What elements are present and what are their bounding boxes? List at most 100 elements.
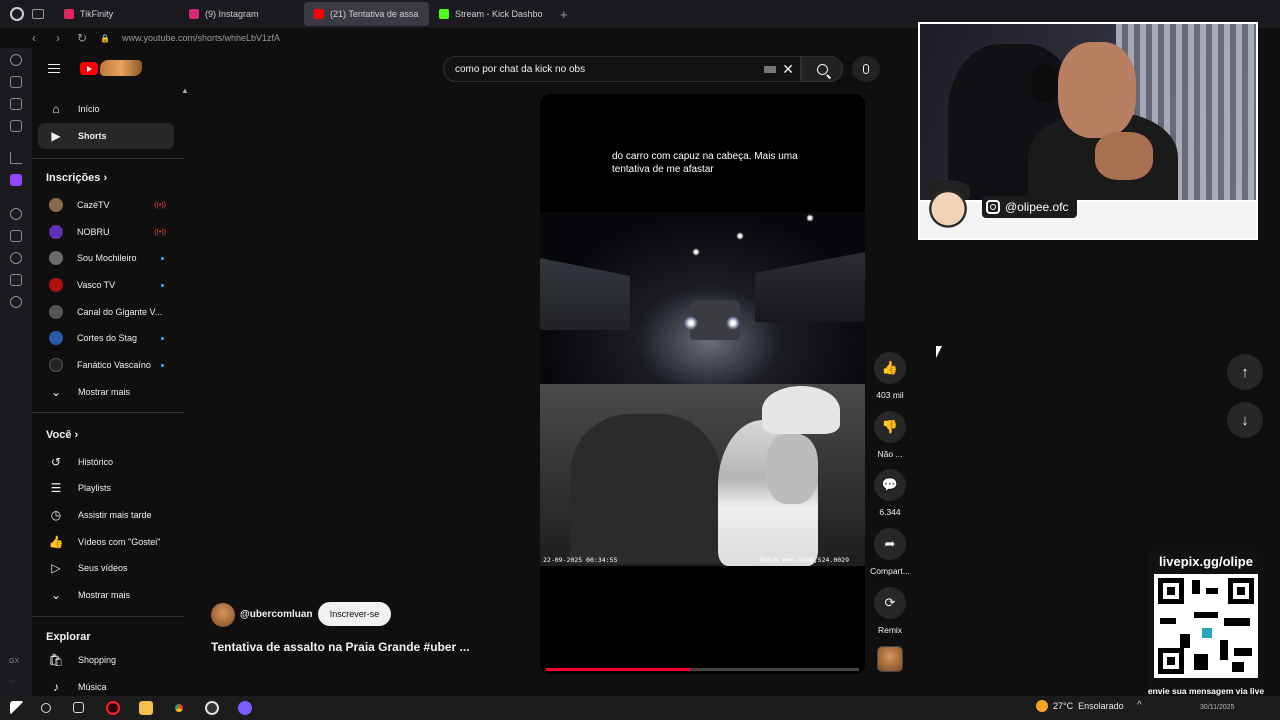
weather-widget[interactable]: 27°C Ensolarado [1036, 700, 1124, 712]
remix-button[interactable]: ⟳ Remix [868, 587, 912, 635]
dislike-button[interactable]: 👎 Não ... [868, 411, 912, 459]
livepix-url: livepix.gg/olipe [1159, 554, 1253, 569]
twitch-icon[interactable] [10, 174, 22, 186]
kick-shortcut-icon[interactable] [10, 152, 22, 164]
sound-thumbnail[interactable] [877, 646, 903, 672]
discord-icon[interactable] [238, 701, 252, 715]
taskbar-date[interactable]: 30/11/2025 [1200, 704, 1235, 711]
opera-gx-taskbar-icon[interactable] [106, 701, 120, 715]
qr-module [1180, 634, 1190, 648]
news-icon[interactable] [10, 120, 22, 132]
sidebar-item-fanatico-vascaino[interactable]: Fanático Vascaíno [38, 352, 174, 378]
like-button[interactable]: 👍 403 mil [868, 352, 912, 400]
sidebar-item-your-videos[interactable]: ▷ Seus vídeos [38, 555, 174, 581]
sidebar-item-sou-mochileiro[interactable]: Sou Mochileiro [38, 245, 174, 271]
share-button[interactable]: ➦ Compart... [868, 528, 912, 576]
sidebar-item-shorts[interactable]: ▶ Shorts [38, 123, 174, 149]
tab-tikfinity[interactable]: TikFinity [54, 2, 179, 26]
video-title[interactable]: Tentativa de assalto na Praia Grande #ub… [211, 640, 501, 654]
address-bar: ‹ › ↻ 🔒 www.youtube.com/shorts/whheLbV1z… [28, 28, 918, 48]
tab-youtube-active[interactable]: (21) Tentativa de assa [304, 2, 429, 26]
sidebar-item-cazetv[interactable]: CazéTV ((•)) [38, 192, 174, 218]
instagram-handle: @olipee.ofc [1005, 200, 1069, 214]
search-icon[interactable] [41, 703, 51, 713]
you-heading[interactable]: Você › [46, 429, 78, 441]
new-tab-button[interactable]: + [560, 7, 568, 22]
player-icon[interactable] [10, 208, 22, 220]
sidebar-item-shopping[interactable]: 🛍 Shopping [38, 647, 174, 673]
windows-taskbar: 27°C Ensolarado ^ [0, 696, 1280, 720]
keyboard-icon[interactable] [764, 66, 776, 73]
sidebar-item-playlists[interactable]: ☰ Playlists [38, 475, 174, 501]
forward-button[interactable]: › [52, 31, 64, 45]
search-query: como por chat da kick no obs [455, 63, 586, 75]
comments-button[interactable]: 💬 6.344 [868, 469, 912, 517]
voice-search-button[interactable] [852, 56, 880, 82]
subscribe-button[interactable]: Inscrever-se [318, 602, 391, 626]
tab-instagram[interactable]: (9) Instagram [179, 2, 304, 26]
sidebar-item-nobru[interactable]: NOBRU ((•)) [38, 219, 174, 245]
chevron-down-icon: ⌄ [50, 385, 62, 399]
clear-search-icon[interactable]: ✕ [782, 61, 794, 78]
channel-name[interactable]: @ubercomluan [240, 609, 313, 620]
chrome-icon[interactable] [172, 701, 186, 715]
system-tray-chevron-icon[interactable]: ^ [1137, 700, 1142, 711]
tab-kick-dashboard[interactable]: Stream - Kick Dashbo [429, 2, 554, 26]
youtube-sidebar: ▲ ⌂ Início ▶ Shorts Inscrições › CazéTV … [32, 48, 189, 696]
qr-module [1192, 580, 1200, 594]
sidebar-item-history[interactable]: ↺ Histórico [38, 449, 174, 475]
qr-finder [1228, 578, 1254, 604]
windows-start-icon[interactable] [10, 701, 24, 715]
opera-logo-icon[interactable] [10, 7, 24, 21]
extensions-icon[interactable] [10, 274, 22, 286]
qr-module [1194, 612, 1218, 618]
new-content-dot [161, 256, 164, 260]
history-icon[interactable] [10, 252, 22, 264]
share-icon: ➦ [874, 528, 906, 560]
rail-more-icon[interactable]: ··· [9, 678, 16, 685]
mouse-cursor [936, 346, 942, 358]
share-label: Compart... [870, 566, 910, 576]
file-explorer-icon[interactable] [139, 701, 153, 715]
opera-sidebar: GX ··· [0, 48, 32, 696]
speed-dial-icon[interactable] [10, 54, 22, 66]
sidebar-item-liked-videos[interactable]: 👍 Vídeos com "Gostei" [38, 529, 174, 555]
live-icon: ((•)) [154, 201, 166, 209]
settings-icon[interactable] [10, 296, 22, 308]
sidebar-item-cortes-stag[interactable]: Cortes do Stag [38, 325, 174, 351]
youtube-doodle[interactable] [100, 60, 142, 76]
youtube-logo-icon[interactable] [80, 62, 98, 75]
search-input[interactable]: como por chat da kick no obs ✕ [443, 56, 801, 82]
back-button[interactable]: ‹ [28, 31, 40, 45]
seat-shape [570, 414, 720, 564]
sidebar-item-vasco-tv[interactable]: Vasco TV [38, 272, 174, 298]
thumbs-up-icon: 👍 [874, 352, 906, 384]
scroll-up-icon[interactable]: ▲ [181, 86, 189, 95]
next-short-button[interactable]: ↓ [1227, 402, 1263, 438]
channel-avatar[interactable] [211, 603, 235, 627]
edit-icon[interactable] [10, 98, 22, 110]
subscriptions-heading[interactable]: Inscrições › [46, 172, 107, 184]
video-progress-bar[interactable] [546, 668, 859, 671]
sidebar-item-show-more-subs[interactable]: ⌄ Mostrar mais [38, 379, 174, 405]
bag-icon[interactable] [10, 76, 22, 88]
obs-icon[interactable] [205, 701, 219, 715]
sidebar-item-home[interactable]: ⌂ Início [38, 96, 174, 122]
shorts-video-player[interactable]: do carro com capuz na cabeça. Mais uma t… [540, 94, 865, 674]
sidebar-item-watch-later[interactable]: ◷ Assistir mais tarde [38, 502, 174, 528]
task-view-icon[interactable] [73, 702, 84, 713]
pin-icon[interactable] [10, 230, 22, 242]
temperature: 27°C [1053, 701, 1074, 711]
reload-button[interactable]: ↻ [76, 31, 88, 45]
chevron-right-icon: › [103, 172, 108, 184]
search-button[interactable] [801, 56, 843, 82]
previous-short-button[interactable]: ↑ [1227, 354, 1263, 390]
thumbs-up-icon: 👍 [48, 535, 64, 549]
sidebar-item-show-more-you[interactable]: ⌄ Mostrar mais [38, 582, 174, 608]
sidebar-item-canal-gigante[interactable]: Canal do Gigante V... [38, 299, 174, 325]
menu-icon[interactable] [48, 64, 60, 73]
instagram-icon [986, 200, 1000, 214]
workspaces-icon[interactable] [32, 9, 44, 19]
url-field[interactable]: www.youtube.com/shorts/whheLbV1zfA [122, 33, 280, 43]
avatar [49, 305, 63, 319]
